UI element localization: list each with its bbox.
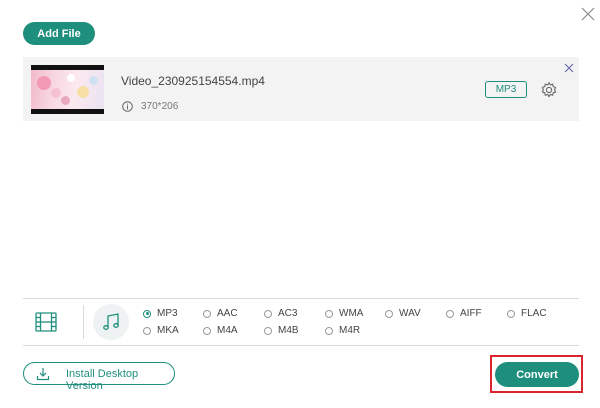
radio-wav[interactable] <box>385 309 393 318</box>
radio-aiff[interactable] <box>446 309 454 318</box>
radio-aac[interactable] <box>203 309 211 318</box>
info-icon <box>122 99 133 112</box>
format-option-aiff[interactable]: AIFF <box>446 308 482 319</box>
radio-m4b[interactable] <box>264 326 272 335</box>
install-desktop-button[interactable]: Install Desktop Version <box>23 362 175 392</box>
radio-m4a[interactable] <box>203 326 211 335</box>
convert-button[interactable]: Convert <box>495 362 579 387</box>
format-option-m4b[interactable]: M4B <box>264 325 299 336</box>
file-name: Video_230925154554.mp4 <box>121 74 265 88</box>
format-option-m4a[interactable]: M4A <box>203 325 238 336</box>
radio-flac[interactable] <box>507 309 515 318</box>
panel-divider <box>83 305 84 339</box>
radio-wma[interactable] <box>325 309 333 318</box>
file-resolution: 370*206 <box>141 101 179 112</box>
format-panel: MP3 AAC AC3 WMA WAV AIFF FLAC MKA M4A M4… <box>23 298 579 346</box>
radio-ac3[interactable] <box>264 309 272 318</box>
audio-tab[interactable] <box>93 304 129 340</box>
format-option-flac[interactable]: FLAC <box>507 308 547 319</box>
add-file-button[interactable]: Add File <box>23 22 95 45</box>
format-option-mka[interactable]: MKA <box>143 325 179 336</box>
gear-icon[interactable] <box>540 81 558 99</box>
remove-file-icon[interactable] <box>563 61 575 73</box>
music-note-icon <box>103 313 119 330</box>
file-list-item: Video_230925154554.mp4 370*206 MP3 <box>23 57 579 121</box>
video-thumbnail <box>31 65 104 114</box>
close-icon[interactable] <box>578 4 598 24</box>
film-icon[interactable] <box>35 311 57 333</box>
radio-mp3[interactable] <box>143 309 151 318</box>
format-option-wma[interactable]: WMA <box>325 308 363 319</box>
format-option-wav[interactable]: WAV <box>385 308 421 319</box>
install-desktop-label: Install Desktop Version <box>66 368 139 392</box>
download-icon <box>36 368 50 381</box>
output-format-badge[interactable]: MP3 <box>485 81 527 98</box>
radio-mka[interactable] <box>143 326 151 335</box>
format-option-mp3[interactable]: MP3 <box>143 308 178 319</box>
format-option-m4r[interactable]: M4R <box>325 325 360 336</box>
format-option-ac3[interactable]: AC3 <box>264 308 297 319</box>
radio-m4r[interactable] <box>325 326 333 335</box>
format-option-aac[interactable]: AAC <box>203 308 238 319</box>
